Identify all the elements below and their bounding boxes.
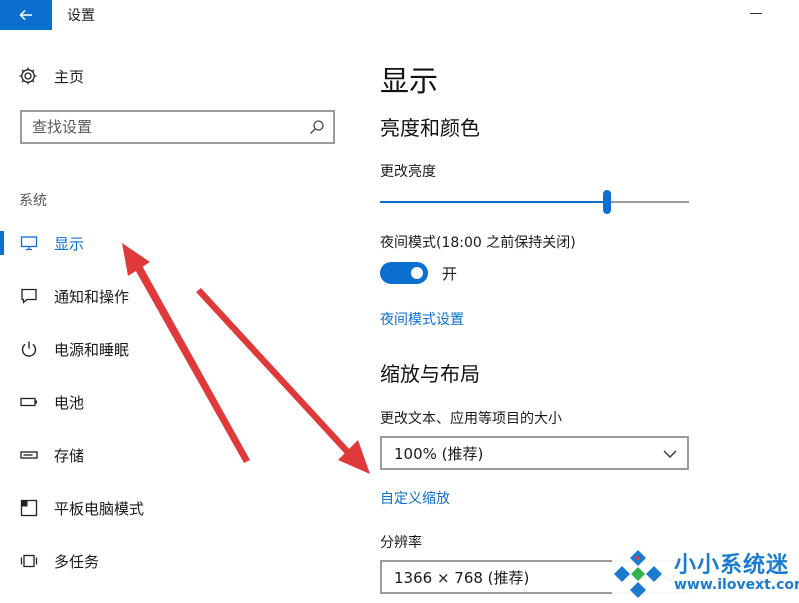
sidebar-item-label: 通知和操作: [54, 287, 130, 306]
scale-label: 更改文本、应用等项目的大小: [380, 411, 562, 427]
sidebar-item-tablet-mode[interactable]: 平板电脑模式: [0, 490, 340, 526]
sidebar-item-storage[interactable]: 存储: [0, 437, 340, 473]
search-icon[interactable]: [309, 119, 325, 135]
custom-scale-link[interactable]: 自定义缩放: [380, 488, 450, 508]
gear-icon: [19, 67, 37, 85]
brightness-slider[interactable]: [380, 190, 689, 214]
watermark-logo-icon: [614, 550, 662, 598]
sidebar-item-multitasking[interactable]: 多任务: [0, 543, 340, 579]
sidebar-item-display[interactable]: 显示: [0, 225, 340, 261]
sidebar-item-label: 平板电脑模式: [54, 499, 145, 518]
resolution-value: 1366 × 768 (推荐): [394, 568, 530, 587]
sidebar: 主页 系统 显示 通知和操作 电源和睡眠 电池: [0, 30, 350, 603]
sidebar-item-label: 电池: [54, 393, 85, 412]
monitor-icon: [19, 233, 39, 253]
sidebar-item-label: 电源和睡眠: [54, 340, 130, 359]
night-mode-settings-link[interactable]: 夜间模式设置: [380, 309, 464, 329]
section-title-brightness: 亮度和颜色: [380, 116, 480, 140]
scale-value: 100% (推荐): [394, 444, 484, 463]
back-arrow-icon: [19, 9, 32, 21]
sidebar-item-power[interactable]: 电源和睡眠: [0, 331, 340, 367]
sidebar-item-battery[interactable]: 电池: [0, 384, 340, 420]
slider-thumb[interactable]: [603, 190, 611, 214]
sidebar-item-label: 存储: [54, 446, 85, 465]
night-mode-toggle[interactable]: [380, 262, 428, 284]
slider-track-empty: [611, 201, 689, 203]
home-label: 主页: [54, 67, 85, 86]
title-bar: 设置: [0, 0, 799, 30]
search-box[interactable]: [20, 110, 335, 144]
selection-indicator: [0, 231, 4, 255]
battery-icon: [19, 392, 39, 412]
home-nav-item[interactable]: 主页: [18, 64, 84, 88]
chevron-down-icon: [663, 450, 677, 458]
resolution-label: 分辨率: [380, 535, 422, 551]
search-input[interactable]: [22, 112, 292, 142]
toggle-knob: [411, 267, 423, 279]
window-title: 设置: [67, 8, 95, 24]
slider-track-filled: [380, 201, 603, 203]
sidebar-item-label: 显示: [54, 234, 85, 253]
storage-icon: [19, 445, 39, 465]
sidebar-item-notifications[interactable]: 通知和操作: [0, 278, 340, 314]
night-mode-state: 开: [442, 265, 458, 283]
main-content: 显示 亮度和颜色 更改亮度 夜间模式(18:00 之前保持关闭) 开 夜间模式设…: [380, 30, 799, 603]
brightness-label: 更改亮度: [380, 164, 436, 180]
power-icon: [19, 339, 39, 359]
multitasking-icon: [19, 551, 39, 571]
tablet-mode-icon: [19, 498, 39, 518]
watermark: 小小系统迷 www.ilovext.com: [612, 545, 799, 603]
night-mode-label: 夜间模式(18:00 之前保持关闭): [380, 235, 576, 251]
minimize-button[interactable]: [750, 13, 762, 14]
group-label-system: 系统: [19, 193, 47, 209]
page-title: 显示: [380, 64, 439, 98]
notification-icon: [19, 286, 39, 306]
scale-dropdown[interactable]: 100% (推荐): [380, 436, 689, 470]
section-title-scale: 缩放与布局: [380, 362, 480, 386]
sidebar-item-label: 多任务: [54, 552, 100, 571]
watermark-title: 小小系统迷: [674, 553, 790, 578]
watermark-url: www.ilovext.com: [674, 577, 799, 593]
back-button[interactable]: [0, 0, 52, 30]
